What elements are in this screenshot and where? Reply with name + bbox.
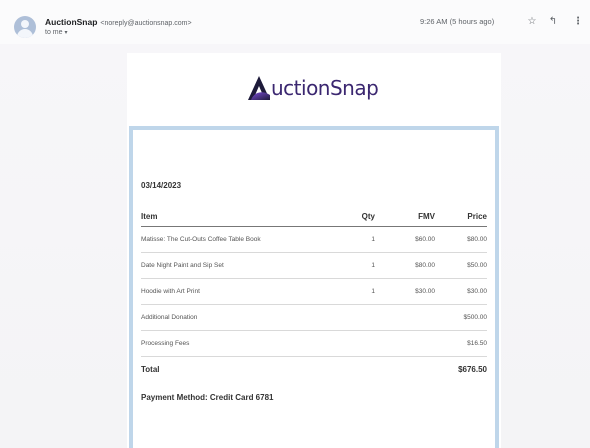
table-row: Hoodie with Art Print 1 $30.00 $30.00 <box>141 278 487 305</box>
table-row: Additional Donation $500.00 <box>141 304 487 331</box>
total-label: Total <box>141 355 341 382</box>
logo-banner: uctionSnap <box>127 53 501 123</box>
reply-icon[interactable]: ↰ <box>545 14 561 30</box>
row-price: $80.00 <box>435 226 487 253</box>
avatar-head-shape <box>21 20 29 28</box>
row-price: $500.00 <box>435 304 487 331</box>
receipt-panel: 03/14/2023 Item Qty FMV Price Matisse: T… <box>129 126 499 448</box>
avatar-body-shape <box>17 29 33 38</box>
more-vert-icon[interactable]: ⋮ <box>570 14 586 30</box>
auctionsnap-logo-mark-icon <box>248 76 270 100</box>
row-item: Date Night Paint and Sip Set <box>141 252 341 279</box>
total-qty-empty <box>341 355 385 382</box>
column-header-fmv: FMV <box>385 208 435 227</box>
sender-email: <noreply@auctionsnap.com> <box>100 20 192 27</box>
table-row: Matisse: The Cut-Outs Coffee Table Book … <box>141 226 487 253</box>
receipt-table: Item Qty FMV Price Matisse: The Cut-Outs… <box>141 208 487 382</box>
row-fmv <box>385 330 435 357</box>
email-body-card: uctionSnap 03/14/2023 Item Qty FMV Price <box>127 53 501 448</box>
total-value: $676.50 <box>435 355 487 382</box>
total-fmv-empty <box>385 355 435 382</box>
star-icon[interactable]: ☆ <box>524 14 540 30</box>
recipient-line[interactable]: to me ▾ <box>45 29 68 36</box>
row-fmv <box>385 304 435 331</box>
column-header-price: Price <box>435 208 487 227</box>
logo-wordmark: uctionSnap <box>271 76 379 100</box>
row-qty: 1 <box>341 226 385 253</box>
row-qty: 1 <box>341 278 385 305</box>
sender-line: AuctionSnap <noreply@auctionsnap.com> <box>45 17 192 27</box>
row-item: Processing Fees <box>141 330 341 357</box>
table-row: Processing Fees $16.50 <box>141 330 487 357</box>
row-fmv: $80.00 <box>385 252 435 279</box>
row-fmv: $30.00 <box>385 278 435 305</box>
sender-avatar[interactable] <box>14 16 36 38</box>
email-view: AuctionSnap <noreply@auctionsnap.com> to … <box>0 0 590 448</box>
total-row: Total $676.50 <box>141 355 487 382</box>
sender-name[interactable]: AuctionSnap <box>45 17 97 27</box>
row-price: $50.00 <box>435 252 487 279</box>
column-header-qty: Qty <box>341 208 385 227</box>
payment-method: Payment Method: Credit Card 6781 <box>141 393 274 402</box>
row-fmv: $60.00 <box>385 226 435 253</box>
row-qty <box>341 330 385 357</box>
receipt-date: 03/14/2023 <box>141 181 182 190</box>
receipt-header-row: Item Qty FMV Price <box>141 208 487 227</box>
auctionsnap-logo: uctionSnap <box>244 73 379 103</box>
row-price: $16.50 <box>435 330 487 357</box>
row-item: Matisse: The Cut-Outs Coffee Table Book <box>141 226 341 253</box>
column-header-item: Item <box>141 208 341 227</box>
caret-down-icon[interactable]: ▾ <box>65 30 68 36</box>
row-qty: 1 <box>341 252 385 279</box>
email-header: AuctionSnap <noreply@auctionsnap.com> to … <box>0 0 590 44</box>
row-item: Hoodie with Art Print <box>141 278 341 305</box>
row-qty <box>341 304 385 331</box>
table-row: Date Night Paint and Sip Set 1 $80.00 $5… <box>141 252 487 279</box>
email-timestamp: 9:26 AM (5 hours ago) <box>420 17 495 26</box>
row-item: Additional Donation <box>141 304 341 331</box>
recipient-label: to me <box>45 29 63 36</box>
row-price: $30.00 <box>435 278 487 305</box>
